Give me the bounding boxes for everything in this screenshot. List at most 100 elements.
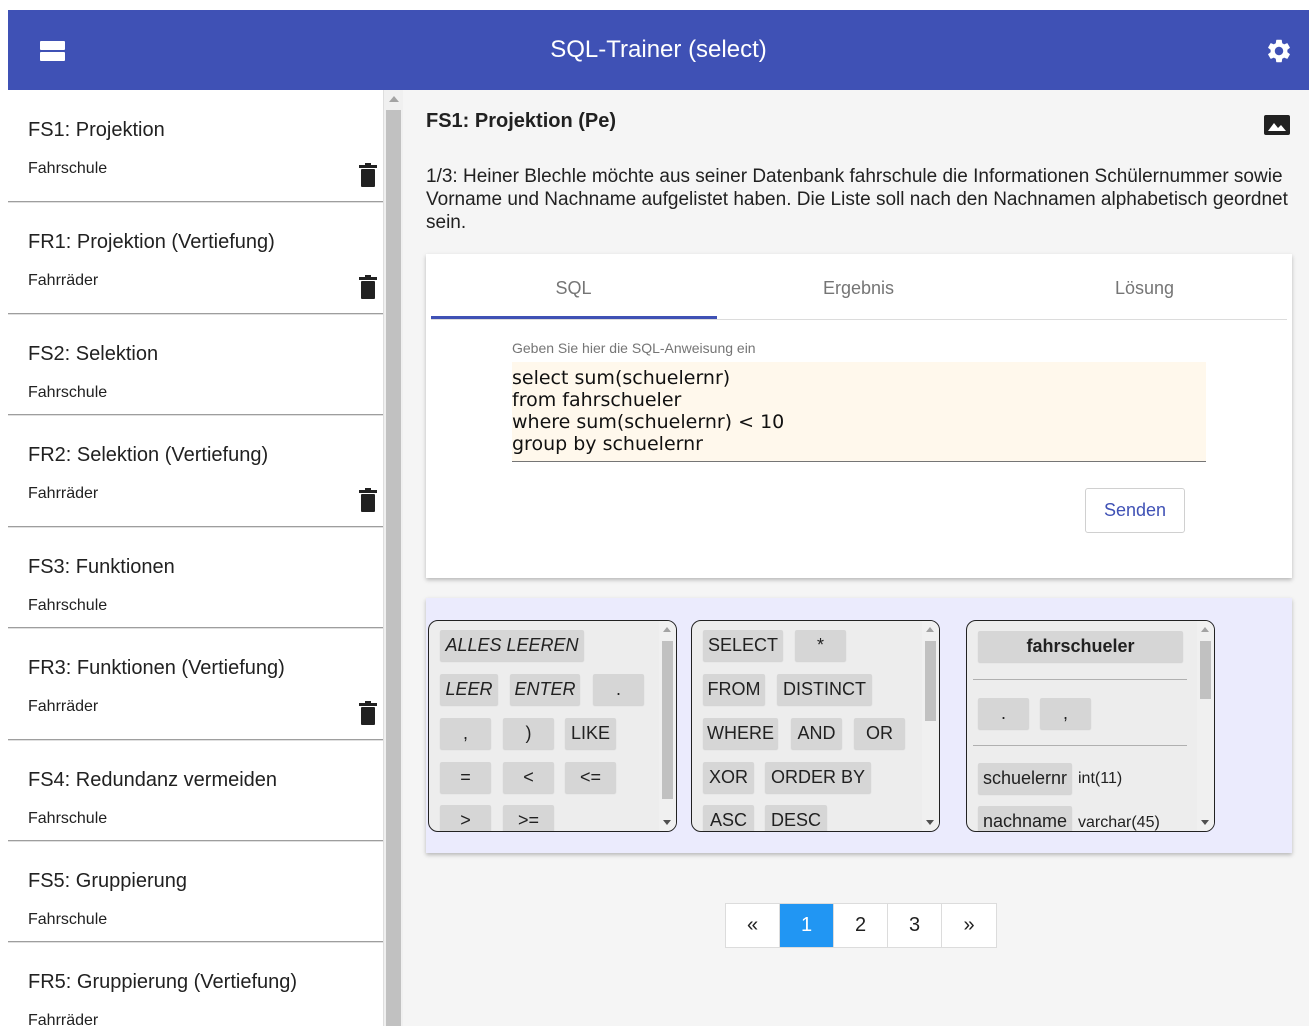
sidebar-item-fr3[interactable]: FR3: Funktionen (Vertiefung) Fahrräder [8, 628, 383, 740]
sidebar-scrollbar[interactable] [383, 90, 403, 1026]
send-button[interactable]: Senden [1085, 488, 1185, 533]
key-where[interactable]: WHERE [703, 718, 778, 749]
scroll-up-arrow-icon[interactable] [389, 96, 399, 102]
sidebar-item-title: FR1: Projektion (Vertiefung) [28, 231, 275, 253]
sidebar-item-title: FR5: Gruppierung (Vertiefung) [28, 971, 298, 993]
page-next[interactable]: » [942, 904, 996, 947]
control-keys-box: ALLES LEEREN LEER ENTER . , ) LIKE = < <… [428, 620, 677, 832]
sidebar-item-fs4[interactable]: FS4: Redundanz vermeiden Fahrschule [8, 740, 383, 841]
scroll-down-arrow-icon[interactable] [663, 820, 671, 825]
column-type: int(11) [1078, 770, 1123, 787]
sidebar-item-subtitle: Fahrräder [28, 698, 99, 715]
scrollbar-thumb[interactable] [662, 641, 673, 799]
tab-sql[interactable]: SQL [431, 278, 716, 299]
key-less-equal[interactable]: <= [565, 762, 616, 793]
key-table-fahrschueler[interactable]: fahrschueler [978, 631, 1183, 662]
sidebar-item-subtitle: Fahrschule [28, 810, 108, 827]
key-dot[interactable]: . [593, 674, 644, 705]
key-greater-than[interactable]: > [440, 805, 491, 831]
sidebar-item-subtitle: Fahrschule [28, 597, 108, 614]
scroll-down-arrow-icon[interactable] [1201, 820, 1209, 825]
sidebar-item-title: FR3: Funktionen (Vertiefung) [28, 657, 285, 679]
key-column-nachname[interactable]: nachname [978, 806, 1072, 831]
sidebar-item-fs1[interactable]: FS1: Projektion Fahrschule [8, 90, 383, 202]
table-keys-box: fahrschueler . , schuelernr int(11) nach… [966, 620, 1215, 832]
table-keys-scrollbar[interactable] [1197, 621, 1214, 831]
key-greater-equal[interactable]: >= [503, 805, 554, 831]
sidebar-item-fr5[interactable]: FR5: Gruppierung (Vertiefung) Fahrräder [8, 942, 383, 1026]
page-2[interactable]: 2 [834, 904, 888, 947]
sql-keyboard-panel: ALLES LEEREN LEER ENTER . , ) LIKE = < <… [426, 598, 1292, 853]
sidebar-item-subtitle: Fahrschule [28, 384, 108, 401]
scrollbar-thumb[interactable] [925, 641, 936, 721]
sidebar-item-subtitle: Fahrschule [28, 911, 108, 928]
key-enter[interactable]: ENTER [510, 674, 580, 705]
pagination: « 1 2 3 » [725, 903, 997, 948]
sidebar-item-title: FR2: Selektion (Vertiefung) [28, 444, 269, 466]
page-1[interactable]: 1 [780, 904, 834, 947]
key-distinct[interactable]: DISTINCT [777, 674, 872, 705]
sidebar-item-subtitle: Fahrräder [28, 485, 99, 502]
scroll-down-arrow-icon[interactable] [926, 820, 934, 825]
key-desc[interactable]: DESC [765, 805, 827, 831]
sql-card: SQL Ergebnis Lösung Geben Sie hier die S… [426, 254, 1292, 578]
control-keys-scrollbar[interactable] [659, 621, 676, 831]
key-equals[interactable]: = [440, 762, 491, 793]
page-prev[interactable]: « [726, 904, 780, 947]
sidebar-item-title: FS1: Projektion [28, 119, 165, 141]
sidebar-item-fr1[interactable]: FR1: Projektion (Vertiefung) Fahrräder [8, 202, 383, 314]
sidebar-item-title: FS5: Gruppierung [28, 870, 187, 892]
scrollbar-thumb[interactable] [386, 110, 401, 1026]
sidebar-item-title: FS4: Redundanz vermeiden [28, 769, 278, 791]
scroll-up-arrow-icon[interactable] [926, 627, 934, 632]
sidebar-item-fs2[interactable]: FS2: Selektion Fahrschule [8, 314, 383, 415]
sidebar-item-fs5[interactable]: FS5: Gruppierung Fahrschule [8, 841, 383, 942]
main-content: FS1: Projektion (Pe) 1/3: Heiner Blechle… [403, 90, 1309, 1026]
active-tab-indicator [431, 316, 717, 319]
key-comma[interactable]: , [440, 718, 491, 749]
key-column-schuelernr[interactable]: schuelernr [978, 763, 1072, 794]
tab-ergebnis[interactable]: Ergebnis [716, 278, 1001, 299]
key-close-paren[interactable]: ) [503, 718, 554, 749]
image-icon[interactable] [1263, 114, 1291, 136]
task-title: FS1: Projektion (Pe) [426, 110, 617, 132]
key-alles-leeren[interactable]: ALLES LEEREN [440, 630, 584, 661]
key-xor[interactable]: XOR [703, 762, 754, 793]
trash-icon[interactable] [358, 488, 378, 512]
sidebar-item-title: FS3: Funktionen [28, 556, 175, 578]
key-asterisk[interactable]: * [795, 630, 846, 661]
key-like[interactable]: LIKE [565, 718, 616, 749]
key-from[interactable]: FROM [703, 674, 765, 705]
settings-gear-icon[interactable] [1265, 37, 1293, 65]
scroll-up-arrow-icon[interactable] [663, 627, 671, 632]
sql-input[interactable]: select sum(schuelernr) from fahrschueler… [512, 362, 1206, 462]
key-table-dot[interactable]: . [978, 698, 1029, 729]
sidebar-item-fs3[interactable]: FS3: Funktionen Fahrschule [8, 527, 383, 628]
task-description: 1/3: Heiner Blechle möchte aus seiner Da… [426, 166, 1288, 233]
tab-loesung[interactable]: Lösung [1002, 278, 1287, 299]
key-table-comma[interactable]: , [1040, 698, 1091, 729]
divider [973, 679, 1187, 680]
key-or[interactable]: OR [854, 718, 905, 749]
keyword-keys-scrollbar[interactable] [922, 621, 939, 831]
trash-icon[interactable] [358, 163, 378, 187]
key-select[interactable]: SELECT [703, 630, 783, 661]
app-title: SQL-Trainer (select) [550, 36, 767, 63]
key-leer[interactable]: LEER [440, 674, 498, 705]
tab-bar: SQL Ergebnis Lösung [431, 254, 1287, 320]
sidebar-item-subtitle: Fahrräder [28, 272, 99, 289]
scroll-up-arrow-icon[interactable] [1201, 627, 1209, 632]
sql-input-label: Geben Sie hier die SQL-Anweisung ein [512, 340, 756, 356]
key-asc[interactable]: ASC [703, 805, 754, 831]
key-less-than[interactable]: < [503, 762, 554, 793]
scrollbar-thumb[interactable] [1200, 641, 1211, 699]
trash-icon[interactable] [358, 275, 378, 299]
page-3[interactable]: 3 [888, 904, 942, 947]
trash-icon[interactable] [358, 701, 378, 725]
sidebar-item-fr2[interactable]: FR2: Selektion (Vertiefung) Fahrräder [8, 415, 383, 527]
column-type: varchar(45) [1078, 814, 1160, 831]
key-order-by[interactable]: ORDER BY [765, 762, 871, 793]
sidebar-item-subtitle: Fahrräder [28, 1012, 99, 1026]
app-header: SQL-Trainer (select) [8, 10, 1309, 90]
key-and[interactable]: AND [791, 718, 842, 749]
